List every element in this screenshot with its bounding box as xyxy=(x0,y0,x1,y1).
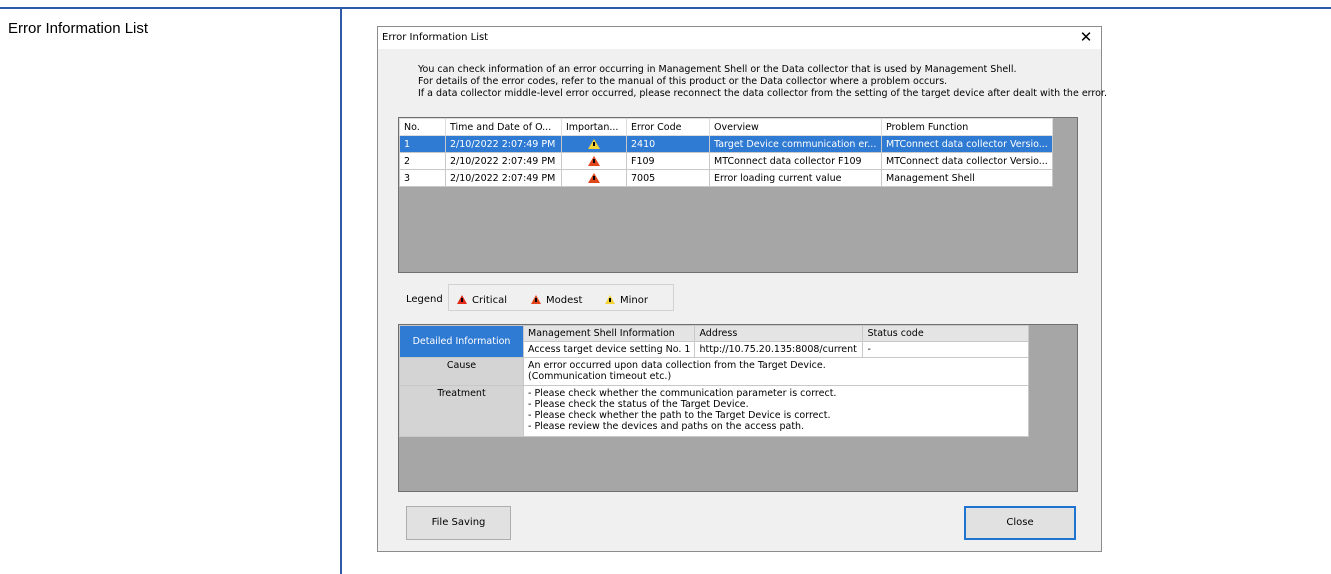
cell-time: 2/10/2022 2:07:49 PM xyxy=(445,152,562,170)
treatment-line-3: - Please check whether the path to the T… xyxy=(528,410,831,421)
cell-problem-function: MTConnect data collector Versio... xyxy=(881,152,1053,170)
cell-no: 3 xyxy=(399,169,446,187)
legend-box: Critical Modest Minor xyxy=(448,284,674,311)
legend-modest-label: Modest xyxy=(546,295,583,306)
detailed-information-tab[interactable]: Detailed Information xyxy=(399,325,524,358)
column-header-no[interactable]: No. xyxy=(399,118,446,136)
detail-value-address: http://10.75.20.135:8008/current xyxy=(694,341,864,358)
error-list-header: No. Time and Date of O... Importan... Er… xyxy=(399,118,1053,136)
modest-icon xyxy=(531,295,541,304)
minor-icon xyxy=(605,295,615,304)
cause-text: An error occurred upon data collection f… xyxy=(522,357,1030,386)
critical-icon xyxy=(457,295,467,304)
cause-label: Cause xyxy=(399,357,524,386)
treatment-line-2: - Please check the status of the Target … xyxy=(528,399,749,410)
error-list-table: No. Time and Date of O... Importan... Er… xyxy=(399,118,1053,187)
treatment-text: - Please check whether the communication… xyxy=(522,385,1030,437)
cell-no: 1 xyxy=(399,135,446,153)
cause-line-2: (Communication timeout etc.) xyxy=(528,371,672,382)
modest-icon xyxy=(588,172,600,183)
detail-header-address: Address xyxy=(694,325,864,342)
cause-line-1: An error occurred upon data collection f… xyxy=(528,360,826,371)
detail-panel: Detailed Information Management Shell In… xyxy=(398,324,1078,492)
cell-overview: Target Device communication er... xyxy=(709,135,882,153)
cell-problem-function: MTConnect data collector Versio... xyxy=(881,135,1053,153)
cell-error-code: 2410 xyxy=(626,135,710,153)
cell-importance xyxy=(561,169,627,187)
detail-value-shell-info: Access target device setting No. 1 xyxy=(522,341,696,358)
table-row[interactable]: 1 2/10/2022 2:07:49 PM 2410 Target Devic… xyxy=(399,135,1053,153)
table-row[interactable]: 3 2/10/2022 2:07:49 PM 7005 Error loadin… xyxy=(399,169,1053,187)
cell-error-code: F109 xyxy=(626,152,710,170)
table-row[interactable]: 2 2/10/2022 2:07:49 PM F109 MTConnect da… xyxy=(399,152,1053,170)
cell-time: 2/10/2022 2:07:49 PM xyxy=(445,169,562,187)
cell-importance xyxy=(561,135,627,153)
intro-line-1: You can check information of an error oc… xyxy=(418,64,1017,75)
cell-no: 2 xyxy=(399,152,446,170)
column-header-overview[interactable]: Overview xyxy=(709,118,882,136)
dialog-titlebar: Error Information List ✕ xyxy=(378,27,1101,49)
cell-overview: Error loading current value xyxy=(709,169,882,187)
cell-time: 2/10/2022 2:07:49 PM xyxy=(445,135,562,153)
column-header-importance[interactable]: Importan... xyxy=(561,118,627,136)
legend-critical-label: Critical xyxy=(472,295,507,306)
cell-problem-function: Management Shell xyxy=(881,169,1053,187)
legend-item-critical: Critical xyxy=(457,294,507,306)
legend-item-minor: Minor xyxy=(605,294,648,306)
dialog-title: Error Information List xyxy=(382,32,489,43)
close-button[interactable]: Close xyxy=(964,506,1076,540)
legend-item-modest: Modest xyxy=(531,294,582,306)
cell-error-code: 7005 xyxy=(626,169,710,187)
column-header-time[interactable]: Time and Date of O... xyxy=(445,118,562,136)
file-saving-button[interactable]: File Saving xyxy=(406,506,511,540)
error-list-panel: No. Time and Date of O... Importan... Er… xyxy=(398,117,1078,273)
page-column-divider xyxy=(340,7,342,574)
page-top-rule xyxy=(0,7,1331,9)
legend-label: Legend xyxy=(406,294,443,305)
column-header-problem-function[interactable]: Problem Function xyxy=(881,118,1053,136)
detail-table: Detailed Information Management Shell In… xyxy=(399,325,1030,437)
error-information-dialog: Error Information List ✕ You can check i… xyxy=(377,26,1107,552)
cell-overview: MTConnect data collector F109 xyxy=(709,152,882,170)
treatment-label: Treatment xyxy=(399,385,524,437)
detail-header-status-code: Status code xyxy=(862,325,1030,342)
close-icon[interactable]: ✕ xyxy=(1077,28,1095,46)
page-section-title: Error Information List xyxy=(8,20,149,37)
detail-header-shell-info: Management Shell Information xyxy=(522,325,696,342)
intro-line-2: For details of the error codes, refer to… xyxy=(418,76,948,87)
intro-line-3: If a data collector middle-level error o… xyxy=(418,88,1107,99)
treatment-line-4: - Please review the devices and paths on… xyxy=(528,421,805,432)
minor-icon xyxy=(588,138,600,149)
legend-minor-label: Minor xyxy=(620,295,648,306)
column-header-error-code[interactable]: Error Code xyxy=(626,118,710,136)
intro-text: You can check information of an error oc… xyxy=(418,64,1107,100)
modest-icon xyxy=(588,155,600,166)
cell-importance xyxy=(561,152,627,170)
detail-value-status-code: - xyxy=(862,341,1030,358)
treatment-line-1: - Please check whether the communication… xyxy=(528,388,837,399)
